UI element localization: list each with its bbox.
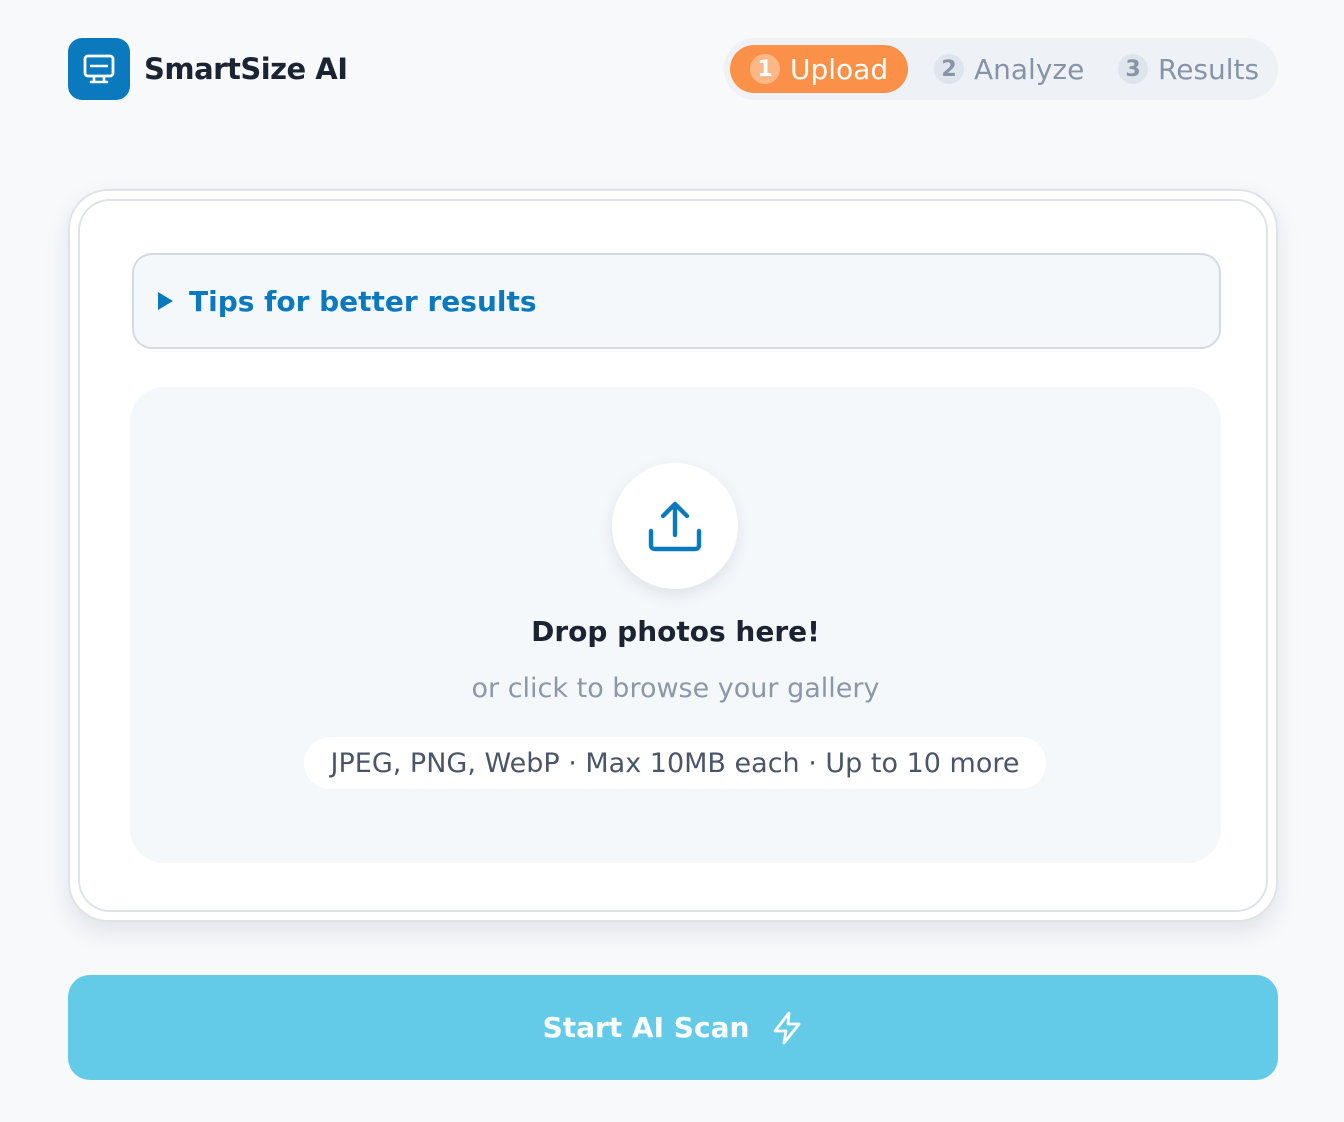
lightning-icon: [771, 1011, 803, 1045]
step-upload[interactable]: 1 Upload: [730, 45, 908, 93]
step-number: 2: [934, 54, 964, 84]
step-label: Results: [1158, 52, 1260, 86]
start-ai-scan-button[interactable]: Start AI Scan: [68, 975, 1278, 1080]
photo-dropzone[interactable]: Drop photos here! or click to browse you…: [130, 387, 1221, 863]
monitor-icon: [68, 38, 130, 100]
tips-label: Tips for better results: [189, 284, 537, 318]
step-results[interactable]: 3 Results: [1098, 45, 1277, 93]
step-number: 3: [1118, 54, 1148, 84]
step-label: Upload: [790, 52, 889, 86]
page: SmartSize AI 1 Upload 2 Analyze 3 Result…: [0, 0, 1344, 1122]
upload-card: Tips for better results Drop photos here…: [68, 189, 1278, 922]
cta-label: Start AI Scan: [542, 1011, 750, 1044]
upload-card-inner: Tips for better results Drop photos here…: [78, 199, 1268, 912]
step-number: 1: [750, 54, 780, 84]
caret-right-icon: [158, 292, 173, 310]
step-label: Analyze: [974, 52, 1085, 86]
progress-stepper: 1 Upload 2 Analyze 3 Results: [724, 38, 1278, 100]
dropzone-subtitle: or click to browse your gallery: [471, 673, 880, 704]
brand[interactable]: SmartSize AI: [68, 38, 348, 100]
format-info-badge: JPEG, PNG, WebP · Max 10MB each · Up to …: [304, 737, 1046, 789]
upload-icon: [612, 463, 738, 589]
step-analyze[interactable]: 2 Analyze: [914, 45, 1102, 93]
tips-toggle[interactable]: Tips for better results: [132, 253, 1221, 349]
brand-name: SmartSize AI: [144, 52, 348, 86]
dropzone-title: Drop photos here!: [531, 615, 820, 648]
